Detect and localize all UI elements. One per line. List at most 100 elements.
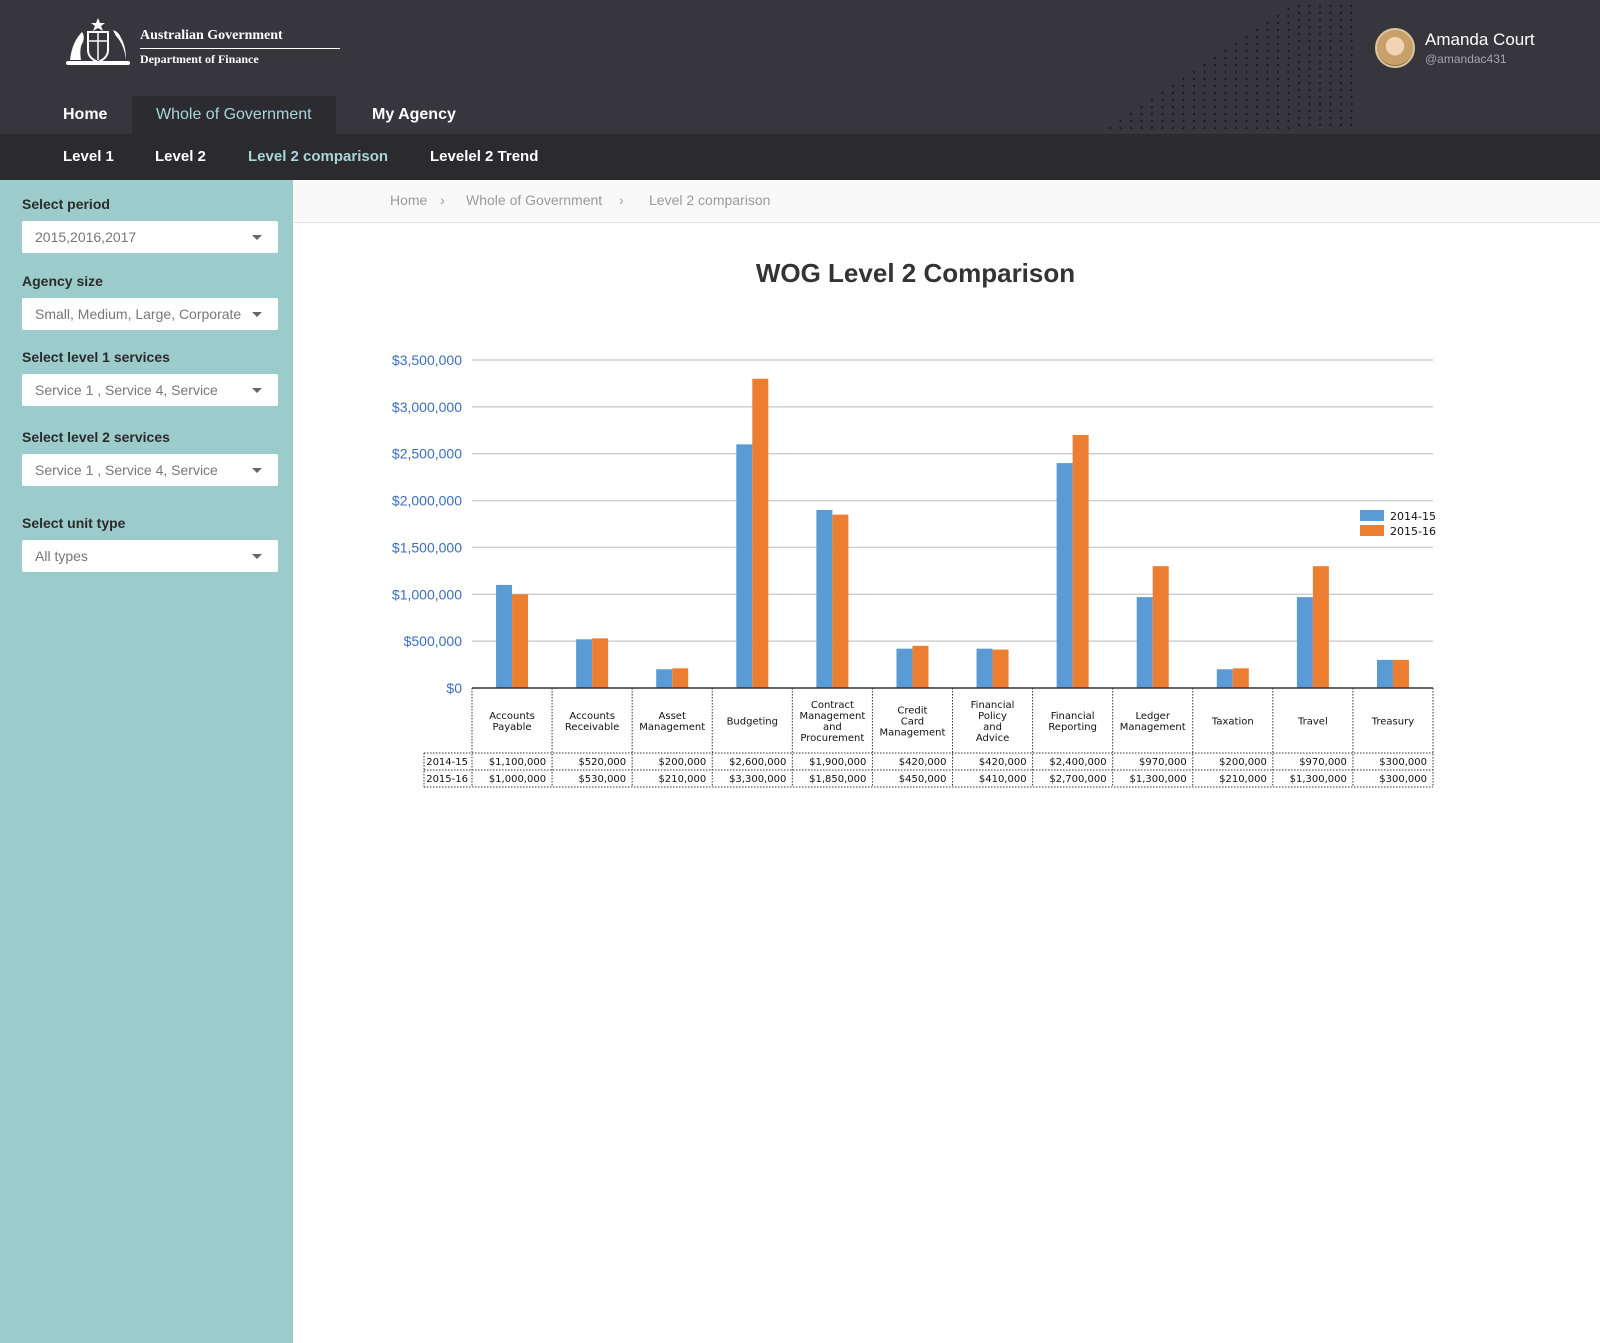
table-cell-value: $410,000 [979,774,1027,785]
bar-2014-15-8[interactable] [1136,597,1153,688]
table-row-label: 2015-16 [426,774,468,785]
table-cell-value: $1,850,000 [809,774,866,785]
period-select[interactable]: 2015,2016,2017 [22,221,278,253]
chevron-down-icon [252,554,262,559]
table-cell-value: $450,000 [899,774,947,785]
table-cell-value: $3,300,000 [729,774,786,785]
breadcrumb-whole-of-government[interactable]: Whole of Government [466,180,602,220]
bar-2014-15-5[interactable] [896,648,913,688]
breadcrumb-current: Level 2 comparison [649,192,771,208]
bar-2014-15-3[interactable] [736,444,753,688]
comparison-chart: $0 $500,000 $1,000,000 $1,500,000 $2,000,000… [392,352,1436,788]
table-cell-value: $1,100,000 [489,757,546,768]
table-cell-value: $200,000 [1219,757,1267,768]
x-category-label: Ledger Management [1120,711,1186,733]
breadcrumb-home[interactable]: Home [390,180,427,220]
x-category-label: Accounts Payable [489,711,535,733]
breadcrumb-separator-icon: › [619,192,624,208]
user-profile[interactable]: Amanda Court @amandac431 [1375,28,1575,72]
avatar[interactable] [1375,28,1415,68]
bar-2014-15-6[interactable] [976,648,993,688]
bar-2015-16-4[interactable] [832,514,849,688]
agency-size-label: Agency size [22,273,103,289]
table-cell-value: $420,000 [979,757,1027,768]
table-row-label: 2014-15 [426,757,468,768]
bar-2015-16-6[interactable] [992,649,1009,688]
x-category-label: Credit Card Management [880,706,946,739]
bar-2014-15-0[interactable] [496,584,513,688]
bar-2015-16-5[interactable] [912,645,929,688]
bar-2014-15-2[interactable] [656,669,673,688]
subnav-level-2-trend[interactable]: Levelel 2 Trend [430,134,538,180]
top-header: Australian Government Department of Fina… [0,0,1600,134]
chevron-down-icon [252,468,262,473]
table-cell-value: $300,000 [1379,757,1427,768]
coat-of-arms-icon [66,18,130,65]
x-category-label: Accounts Receivable [565,711,619,733]
agency-size-select[interactable]: Small, Medium, Large, Corporate [22,298,278,330]
y-tick-label: $500,000 [404,633,463,649]
bar-2014-15-1[interactable] [576,639,593,688]
table-cell-value: $970,000 [1139,757,1187,768]
period-value: 2015,2016,2017 [35,229,137,245]
table-cell-value: $2,700,000 [1049,774,1106,785]
bar-2015-16-9[interactable] [1232,668,1249,688]
table-cell-value: $200,000 [659,757,707,768]
bar-2014-15-7[interactable] [1056,463,1073,688]
table-cell-value: $1,900,000 [809,757,866,768]
breadcrumb-separator-icon: › [440,192,445,208]
x-category-label: Travel [1297,717,1328,728]
government-logo[interactable]: Australian Government Department of Fina… [62,16,340,70]
bar-2015-16-10[interactable] [1312,566,1329,688]
tab-home[interactable]: Home [48,96,122,134]
y-tick-label: $3,500,000 [392,352,462,368]
bar-2014-15-9[interactable] [1216,669,1233,688]
legend-label: 2014-15 [1390,510,1436,523]
table-cell-value: $2,400,000 [1049,757,1106,768]
table-cell-value: $520,000 [578,757,626,768]
agency-size-value: Small, Medium, Large, Corporate [35,306,242,322]
table-cell-value: $530,000 [578,774,626,785]
level2-services-select[interactable]: Service 1 , Service 4, Service [22,454,278,486]
y-tick-label: $1,000,000 [392,586,462,602]
bar-2015-16-3[interactable] [752,378,769,688]
chevron-down-icon [252,235,262,240]
org-name-line1: Australian Government [140,28,283,43]
bar-2015-16-2[interactable] [672,668,689,688]
bar-2015-16-8[interactable] [1152,566,1169,688]
level1-services-label: Select level 1 services [22,349,170,365]
level2-services-label: Select level 2 services [22,429,170,445]
x-category-label: Financial Policy and Advice [971,700,1015,744]
unit-type-value: All types [35,548,88,564]
bar-2014-15-11[interactable] [1376,659,1393,688]
bar-2015-16-1[interactable] [592,638,609,688]
bar-2014-15-4[interactable] [816,509,833,688]
subnav-level-2[interactable]: Level 2 [155,134,206,180]
tab-whole-of-government[interactable]: Whole of Government [132,96,336,134]
bar-2014-15-10[interactable] [1296,597,1313,688]
level1-services-select[interactable]: Service 1 , Service 4, Service [22,374,278,406]
unit-type-select[interactable]: All types [22,540,278,572]
table-cell-value: $2,600,000 [729,757,786,768]
chevron-down-icon [252,312,262,317]
bar-2015-16-0[interactable] [512,594,529,688]
level2-services-value: Service 1 , Service 4, Service [35,462,218,478]
bar-2015-16-7[interactable] [1072,434,1089,688]
org-name-line2: Department of Finance [140,52,259,66]
bar-2015-16-11[interactable] [1392,659,1409,688]
table-cell-value: $210,000 [1219,774,1267,785]
user-name: Amanda Court [1425,30,1535,49]
tab-my-agency[interactable]: My Agency [358,96,470,134]
subnav-level-1[interactable]: Level 1 [63,134,114,180]
subnav-level-2-comparison[interactable]: Level 2 comparison [248,134,388,180]
level1-services-value: Service 1 , Service 4, Service [35,382,218,398]
chart-legend: 2014-15 2015-16 [1360,510,1436,538]
x-category-label: Asset Management [639,711,705,733]
sub-nav: Level 1 Level 2 Level 2 comparison Level… [0,134,1600,180]
x-category-label: Taxation [1211,717,1254,728]
y-tick-label: $0 [446,680,462,696]
table-cell-value: $1,000,000 [489,774,546,785]
user-handle: @amandac431 [1425,52,1507,66]
period-label: Select period [22,196,110,212]
table-cell-value: $1,300,000 [1129,774,1186,785]
